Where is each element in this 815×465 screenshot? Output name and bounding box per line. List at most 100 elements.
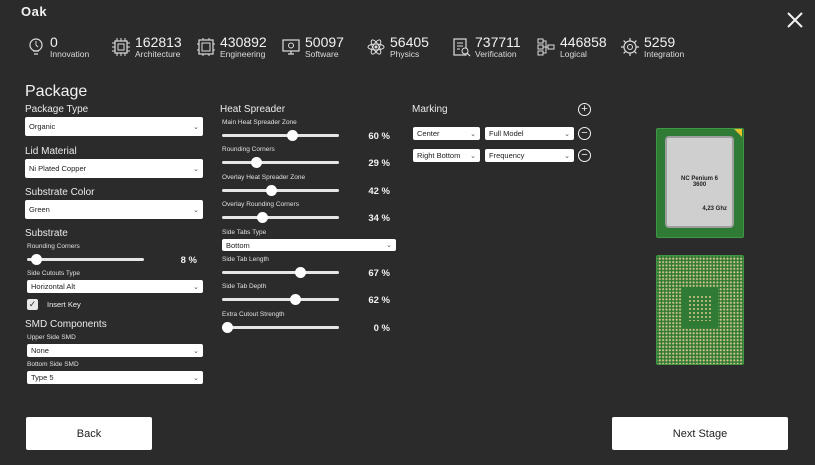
main-zone-value: 60 % — [368, 131, 390, 142]
chevron-down-icon: ⌄ — [193, 123, 199, 131]
stat-software: 50097 Software — [281, 35, 344, 59]
stat-engineering: 430892 Engineering — [196, 35, 267, 59]
marking-content-select[interactable]: Frequency ⌄ — [485, 149, 574, 162]
overlay-zone-slider[interactable] — [222, 185, 339, 196]
upper-smd-label: Upper Side SMD — [27, 334, 76, 341]
rounding-slider[interactable] — [222, 157, 339, 168]
substrate-rounding-slider[interactable] — [27, 254, 144, 265]
side-cutouts-value: Horizontal Alt — [31, 282, 76, 291]
check-icon: ✓ — [28, 299, 37, 309]
slider-track — [222, 134, 339, 137]
chevron-down-icon: ⌄ — [193, 206, 199, 214]
plus-icon: + — [581, 103, 588, 115]
integration-icon — [621, 38, 639, 56]
stat-logical: 446858 Logical — [536, 35, 607, 59]
stat-innovation: 0 Innovation — [26, 35, 89, 59]
chevron-down-icon: ⌄ — [193, 374, 199, 382]
back-button[interactable]: Back — [26, 417, 152, 450]
slider-track — [27, 258, 144, 261]
stat-architecture: 162813 Architecture — [111, 35, 182, 59]
extra-cutout-slider[interactable] — [222, 322, 339, 333]
close-icon — [787, 12, 803, 28]
slider-knob[interactable] — [266, 185, 278, 196]
stat-label: Software — [305, 49, 339, 59]
side-tab-depth-label: Side Tab Depth — [222, 283, 267, 290]
slider-track — [222, 271, 339, 274]
stat-value: 162813 — [135, 34, 182, 50]
close-button[interactable] — [786, 11, 804, 29]
remove-marking-button[interactable]: − — [578, 149, 591, 162]
smd-label: SMD Components — [25, 319, 107, 330]
stat-value: 0 — [50, 34, 58, 50]
minus-icon: − — [581, 127, 588, 139]
insert-key-label: Insert Key — [47, 300, 81, 309]
chevron-down-icon: ⌄ — [470, 130, 476, 138]
chevron-down-icon: ⌄ — [193, 165, 199, 173]
side-cutouts-label: Side Cutouts Type — [27, 270, 80, 277]
side-tab-length-slider[interactable] — [222, 267, 339, 278]
stat-value: 737711 — [475, 34, 521, 50]
side-tab-depth-value: 62 % — [368, 295, 390, 306]
stat-label: Verification — [475, 49, 517, 59]
slider-knob[interactable] — [250, 157, 262, 168]
marking-position-select[interactable]: Right Bottom ⌄ — [413, 149, 480, 162]
slider-track — [222, 189, 339, 192]
lid-material-select[interactable]: Ni Plated Copper ⌄ — [25, 159, 203, 178]
add-marking-button[interactable]: + — [578, 103, 591, 116]
stat-value: 50097 — [305, 34, 344, 50]
stat-label: Integration — [644, 49, 685, 59]
stat-integration: 5259 Integration — [620, 35, 684, 59]
side-tab-depth-slider[interactable] — [222, 294, 339, 305]
minus-icon: − — [581, 149, 588, 161]
marking-label: Marking — [412, 104, 448, 115]
slider-knob[interactable] — [222, 322, 233, 333]
slider-knob[interactable] — [289, 294, 301, 305]
stat-physics: 56405 Physics — [366, 35, 429, 59]
overlay-rounding-slider[interactable] — [222, 212, 339, 223]
stat-label: Physics — [390, 49, 420, 59]
marking-position-value: Right Bottom — [417, 151, 461, 160]
side-tabs-type-select[interactable]: Bottom ⌄ — [222, 239, 396, 251]
slider-track — [222, 326, 339, 329]
substrate-color-select[interactable]: Green ⌄ — [25, 200, 203, 219]
marking-content-select[interactable]: Full Model ⌄ — [485, 127, 574, 140]
upper-smd-value: None — [31, 346, 49, 355]
side-cutouts-select[interactable]: Horizontal Alt ⌄ — [27, 280, 203, 293]
slider-track — [222, 161, 339, 164]
stat-value: 56405 — [390, 34, 429, 50]
chevron-down-icon: ⌄ — [470, 152, 476, 160]
remove-marking-button[interactable]: − — [578, 127, 591, 140]
chip-frequency: 4,23 Ghz — [702, 206, 727, 212]
rounding-label: Rounding Corners — [222, 146, 275, 153]
chevron-down-icon: ⌄ — [386, 242, 392, 249]
chip-model-line2: 3600 — [692, 182, 707, 188]
verification-icon — [453, 38, 471, 57]
marking-position-select[interactable]: Center ⌄ — [413, 127, 480, 140]
overlay-rounding-value: 34 % — [368, 213, 390, 224]
slider-knob[interactable] — [287, 130, 299, 141]
next-stage-button[interactable]: Next Stage — [612, 417, 788, 450]
chip-bottom-center-pads — [688, 295, 712, 321]
bottom-smd-value: Type 5 — [31, 373, 54, 382]
stat-value: 5259 — [644, 34, 676, 50]
stat-verification: 737711 Verification — [451, 35, 521, 59]
heat-spreader-label: Heat Spreader — [220, 104, 286, 115]
marking-content-value: Full Model — [489, 129, 524, 138]
substrate-color-value: Green — [29, 205, 50, 214]
lid-material-value: Ni Plated Copper — [29, 164, 87, 173]
side-tab-length-value: 67 % — [368, 268, 390, 279]
slider-knob[interactable] — [295, 267, 307, 278]
company-name: Oak — [21, 4, 48, 19]
main-zone-slider[interactable] — [222, 130, 339, 141]
marking-position-value: Center — [417, 129, 440, 138]
slider-knob[interactable] — [31, 254, 43, 265]
insert-key-checkbox[interactable]: ✓ — [27, 299, 38, 310]
slider-knob[interactable] — [256, 212, 268, 223]
package-type-select[interactable]: Organic ⌄ — [25, 117, 203, 136]
bottom-smd-select[interactable]: Type 5 ⌄ — [27, 371, 203, 384]
slider-track — [222, 298, 339, 301]
overlay-rounding-label: Overlay Rounding Corners — [222, 201, 299, 208]
stat-label: Engineering — [220, 49, 266, 59]
upper-smd-select[interactable]: None ⌄ — [27, 344, 203, 357]
stat-label: Innovation — [50, 49, 90, 59]
